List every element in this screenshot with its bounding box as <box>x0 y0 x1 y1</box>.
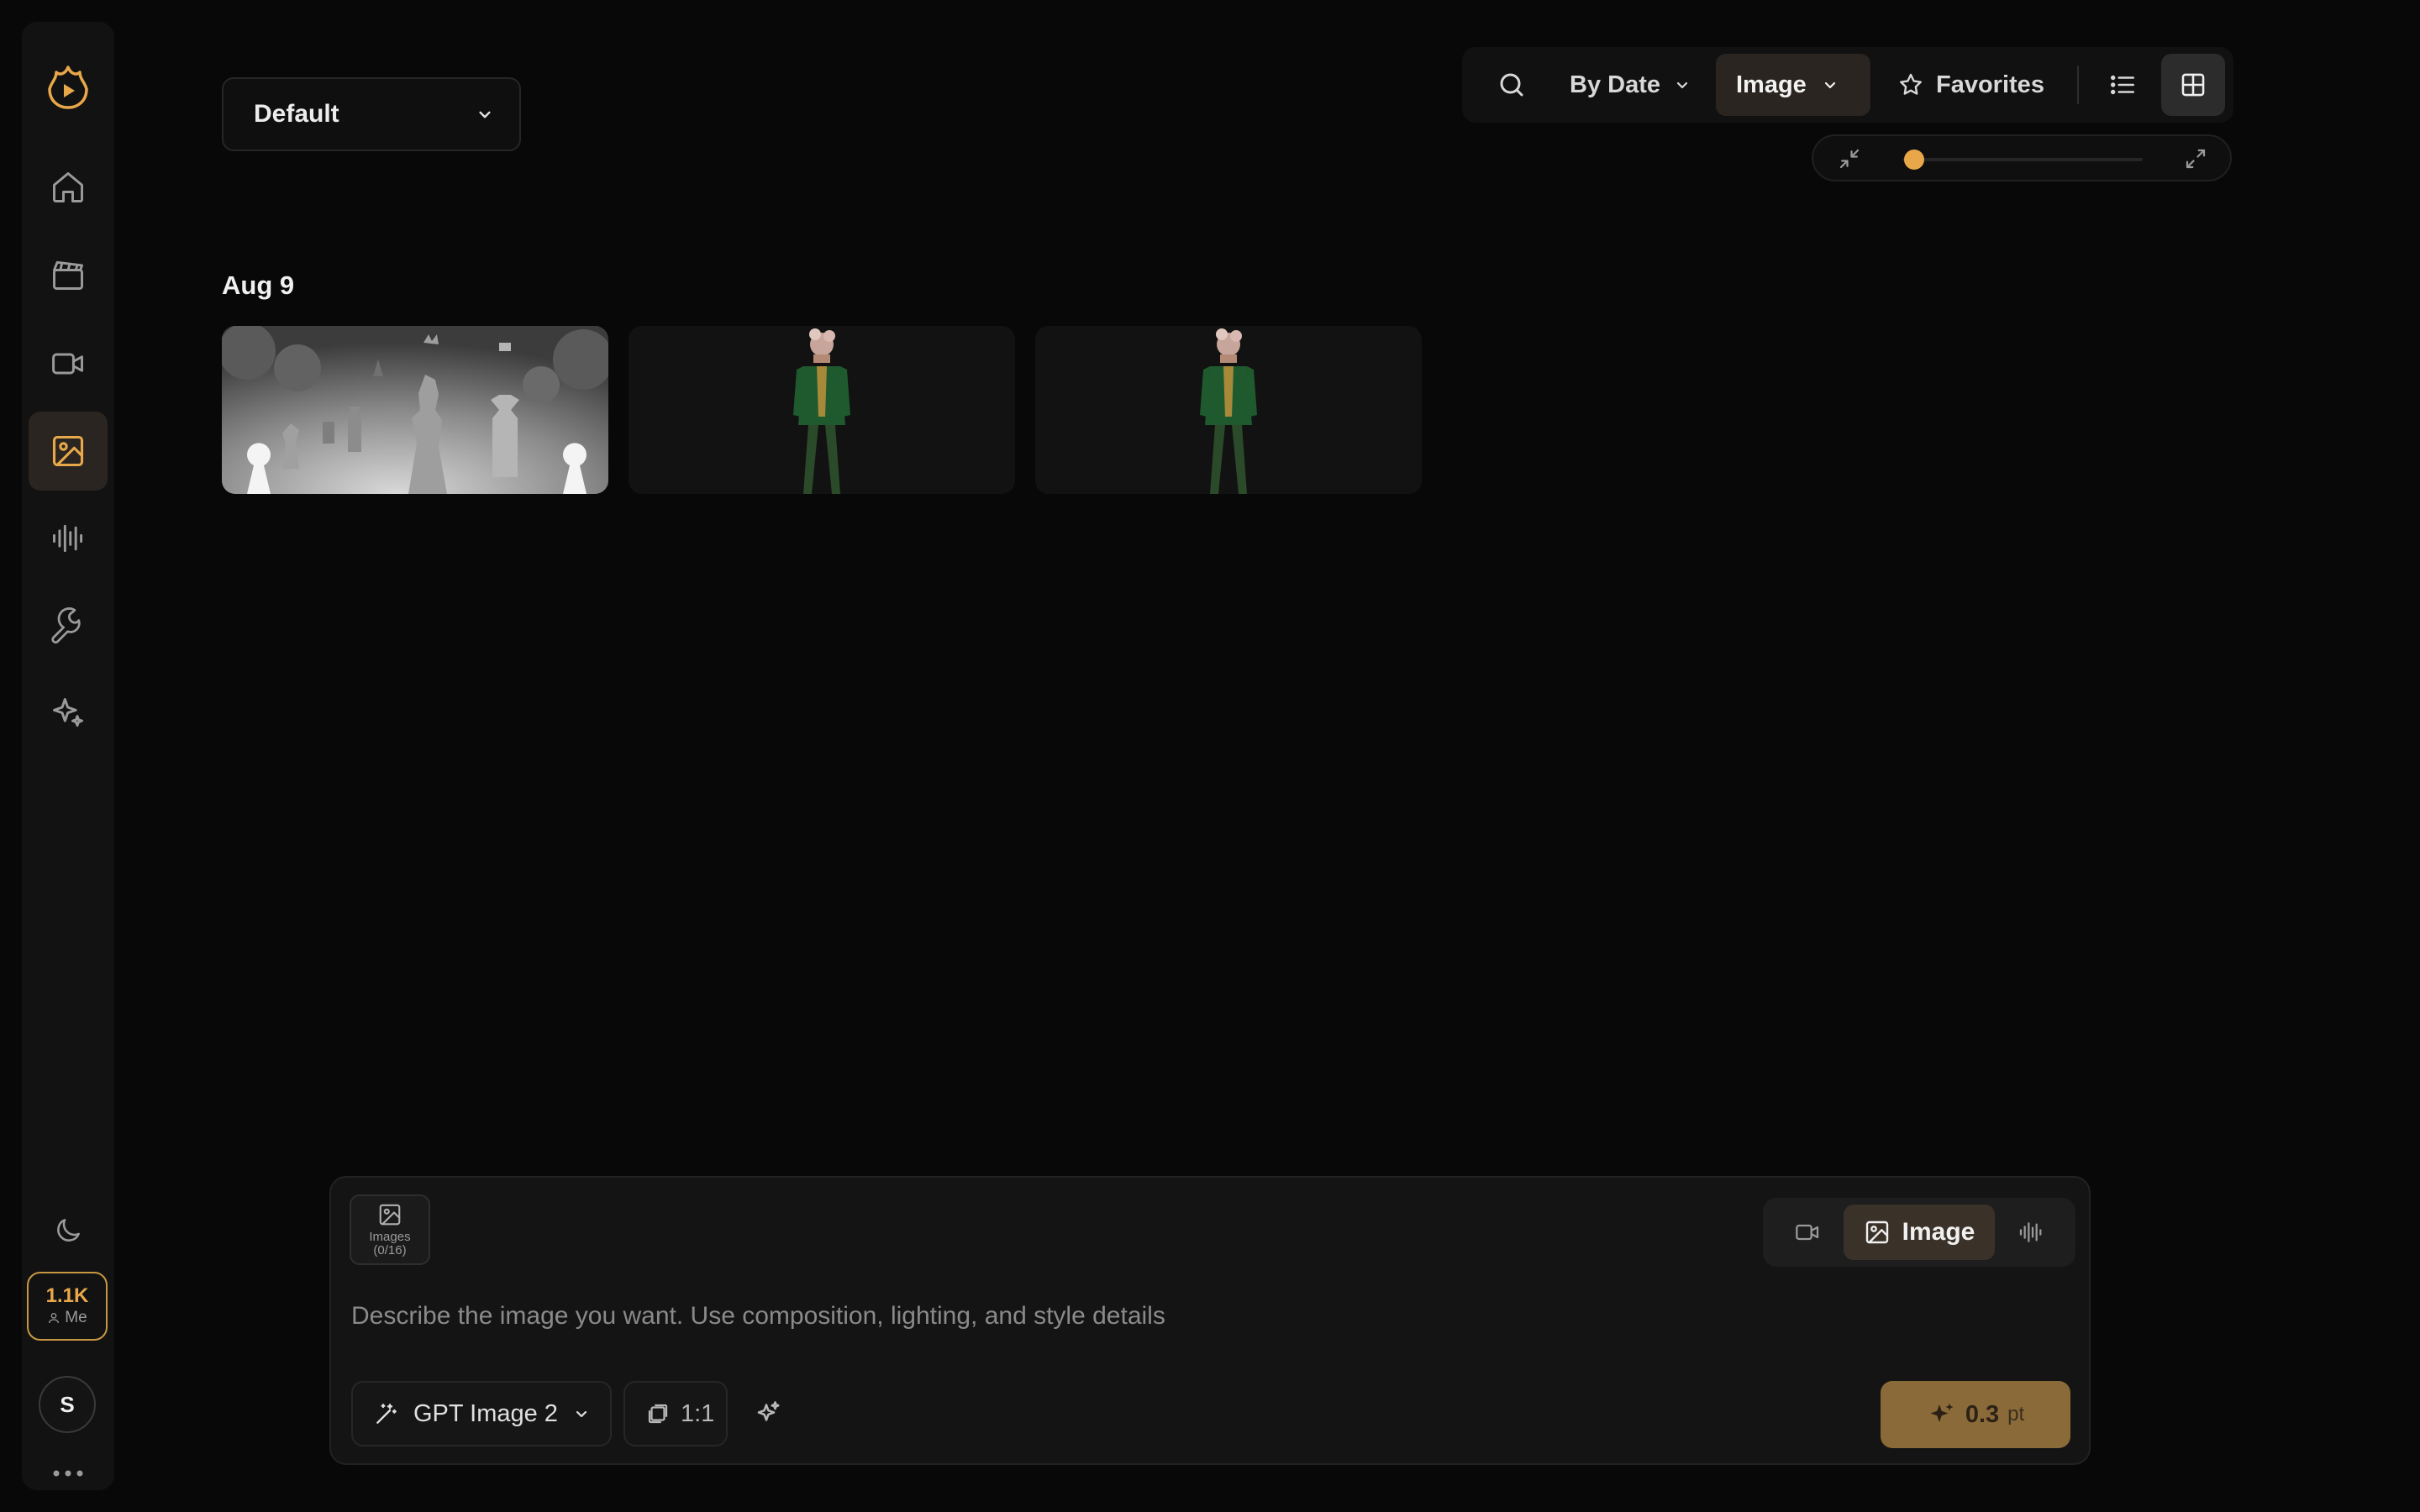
home-icon <box>50 169 87 206</box>
sidebar-item-image[interactable] <box>29 412 108 491</box>
magic-wand-icon <box>373 1400 400 1427</box>
list-view-button[interactable] <box>2091 54 2154 116</box>
video-camera-icon <box>1794 1219 1821 1246</box>
audio-wave-icon <box>2018 1219 2044 1246</box>
credits-owner-label: Me <box>65 1309 87 1326</box>
project-select[interactable]: Default <box>222 77 521 151</box>
enhance-prompt-button[interactable] <box>739 1381 798 1446</box>
image-icon <box>1864 1219 1891 1246</box>
gallery-thumbnail[interactable] <box>629 326 1015 494</box>
search-icon <box>1497 70 1527 100</box>
generation-mode-switch: Image <box>1763 1198 2075 1267</box>
mode-audio-button[interactable] <box>2000 1205 2062 1260</box>
chevron-down-icon <box>1820 75 1840 95</box>
type-filter-dropdown[interactable]: Image <box>1716 54 1870 116</box>
theme-toggle[interactable] <box>29 1191 108 1270</box>
toolbar-divider <box>2077 66 2079 104</box>
type-filter-label: Image <box>1736 71 1807 98</box>
wrench-icon <box>50 607 87 644</box>
favorites-filter[interactable]: Favorites <box>1886 54 2067 116</box>
aspect-ratio-select[interactable]: 1:1 <box>623 1381 728 1446</box>
sidebar-item-audio[interactable] <box>29 499 108 578</box>
gallery-toolbar: By Date Image Favorites <box>1462 47 2233 123</box>
credits-amount: 1.1K <box>45 1284 89 1307</box>
star-icon <box>1897 71 1924 98</box>
prompt-input[interactable] <box>351 1297 2065 1336</box>
attach-images-count: (0/16) <box>373 1243 407 1257</box>
character-image <box>1035 326 1422 494</box>
image-icon <box>377 1202 402 1227</box>
thumbnail-size-slider <box>1812 134 2232 181</box>
model-label: GPT Image 2 <box>413 1399 558 1427</box>
sparkles-icon <box>1927 1399 1957 1430</box>
project-select-value: Default <box>254 100 339 128</box>
clapperboard-icon <box>50 256 87 293</box>
grid-icon <box>2179 71 2207 99</box>
character-image <box>629 326 1015 494</box>
zoom-track[interactable] <box>1902 158 2143 161</box>
prompt-composer: Images (0/16) Image GPT Image 2 <box>329 1176 2091 1465</box>
sidebar-item-effects[interactable] <box>29 674 108 753</box>
favorites-label: Favorites <box>1936 71 2044 98</box>
gallery-thumbnail[interactable] <box>222 326 608 494</box>
mode-video-button[interactable] <box>1776 1205 1839 1260</box>
gallery-thumbnail[interactable] <box>1035 326 1422 494</box>
video-camera-icon <box>50 345 87 382</box>
generate-cost-unit: pt <box>2007 1403 2025 1425</box>
sidebar-item-storyboard[interactable] <box>29 235 108 314</box>
audio-wave-icon <box>50 520 87 557</box>
maximize-icon[interactable] <box>2183 146 2208 171</box>
sort-dropdown[interactable]: By Date <box>1556 54 1724 116</box>
generate-button[interactable]: 0.3 pt <box>1881 1381 2070 1448</box>
attach-images-button[interactable]: Images (0/16) <box>350 1194 430 1265</box>
aspect-ratio-label: 1:1 <box>681 1399 715 1427</box>
sidebar: 1.1K Me S <box>22 22 114 1490</box>
moon-icon <box>52 1215 84 1247</box>
sparkles-icon <box>754 1399 784 1429</box>
sidebar-item-video[interactable] <box>29 324 108 403</box>
model-select[interactable]: GPT Image 2 <box>351 1381 612 1446</box>
chevron-down-icon <box>571 1404 592 1424</box>
mode-image-label: Image <box>1902 1218 1975 1246</box>
avatar[interactable]: S <box>39 1376 96 1433</box>
image-icon <box>50 433 87 470</box>
sparkles-icon <box>50 695 87 732</box>
depth-map-image <box>222 326 608 494</box>
mode-image-button[interactable]: Image <box>1844 1205 1995 1260</box>
list-icon <box>2108 71 2137 99</box>
sort-label: By Date <box>1570 71 1660 98</box>
flame-play-logo[interactable] <box>45 64 92 111</box>
sidebar-item-home[interactable] <box>29 148 108 227</box>
chevron-down-icon <box>1672 75 1692 95</box>
generate-cost-value: 0.3 <box>1965 1400 2000 1428</box>
grid-view-button[interactable] <box>2161 54 2225 116</box>
aspect-ratio-icon <box>645 1401 671 1426</box>
attach-images-label: Images <box>369 1230 411 1244</box>
credits-owner: Me <box>47 1308 87 1328</box>
gallery-date-heading: Aug 9 <box>222 270 295 300</box>
chevron-down-icon <box>474 103 496 125</box>
more-dots-icon[interactable] <box>47 1465 89 1482</box>
minimize-icon[interactable] <box>1837 146 1862 171</box>
sidebar-item-tools[interactable] <box>29 586 108 665</box>
zoom-handle[interactable] <box>1904 150 1925 170</box>
user-icon <box>47 1311 60 1325</box>
credits-badge[interactable]: 1.1K Me <box>27 1272 108 1341</box>
search-button[interactable] <box>1481 54 1543 116</box>
